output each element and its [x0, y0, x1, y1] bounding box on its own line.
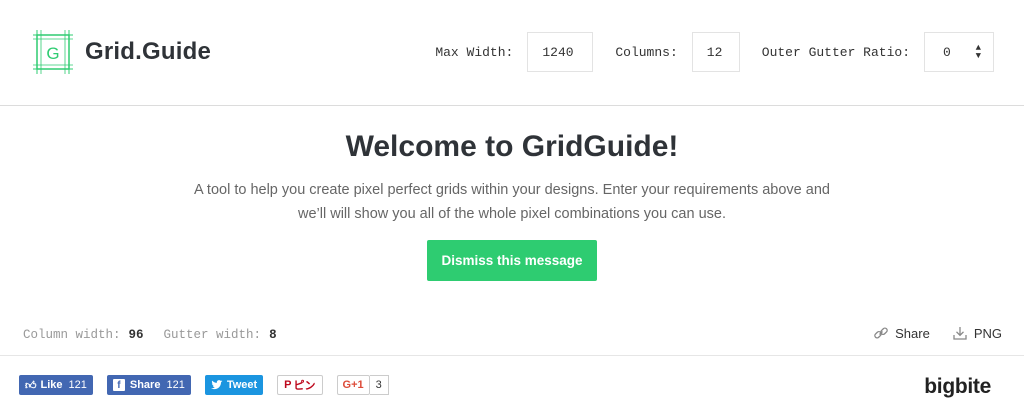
brand-logo[interactable]: G Grid.Guide [33, 30, 211, 74]
png-label: PNG [973, 325, 1002, 341]
bigbite-logo[interactable]: bigbite [924, 375, 991, 399]
column-width-value: 96 [128, 328, 144, 342]
pin-label: ピン [293, 380, 316, 392]
facebook-like-button[interactable]: 👍︎ Like 121 [19, 375, 93, 395]
pinterest-icon: P [284, 379, 292, 391]
brand-name: Grid.Guide [85, 38, 212, 65]
outer-gutter-select[interactable]: 0 ▲ ▼ [924, 32, 994, 72]
pinterest-button[interactable]: P ピン [277, 375, 323, 395]
welcome-panel: Welcome to GridGuide! A tool to help you… [0, 106, 1024, 298]
tweet-label: Tweet [226, 379, 258, 391]
share-label: Share [895, 325, 930, 341]
google-plus-count: 3 [369, 375, 389, 395]
app-header: G Grid.Guide Max Width: 1240 Columns: 12… [0, 0, 1024, 106]
max-width-label: Max Width: [435, 44, 514, 60]
fb-share-count: 121 [166, 379, 185, 391]
tweet-button[interactable]: Tweet [204, 375, 264, 395]
facebook-share-button[interactable]: f Share 121 [106, 375, 191, 395]
select-arrows-icon: ▲ ▼ [975, 43, 981, 61]
max-width-input[interactable]: 1240 [527, 32, 594, 72]
thumbs-up-icon: 👍︎ [25, 379, 37, 392]
logo-letter: G [46, 44, 59, 63]
share-link-button[interactable]: Share [873, 325, 930, 341]
facebook-icon: f [112, 379, 125, 391]
column-width-label: Column width: [23, 328, 121, 342]
dismiss-button[interactable]: Dismiss this message [427, 240, 597, 281]
welcome-title: Welcome to GridGuide! [345, 130, 679, 163]
google-plus-button[interactable]: G+1 [336, 375, 370, 395]
link-icon [874, 327, 888, 339]
columns-input[interactable]: 12 [691, 32, 740, 72]
grid-logo-icon: G [33, 30, 73, 74]
social-buttons: 👍︎ Like 121 f Share 121 Tweet P ピン G+1 3 [19, 375, 389, 395]
png-download-button[interactable]: PNG [952, 325, 1002, 341]
fb-share-label: Share [129, 379, 161, 391]
outer-gutter-label: Outer Gutter Ratio: [761, 44, 910, 60]
outer-gutter-value: 0 [943, 44, 951, 60]
like-label: Like [40, 379, 63, 391]
columns-label: Columns: [615, 44, 678, 60]
download-icon [953, 327, 967, 340]
like-count: 121 [68, 379, 87, 391]
grid-controls: Max Width: 1240 Columns: 12 Outer Gutter… [435, 32, 994, 72]
gutter-width-label: Gutter width: [163, 328, 262, 342]
grid-info-bar: Column width: 96 Gutter width: 8 Share P… [0, 316, 1024, 356]
twitter-bird-icon [210, 380, 223, 390]
welcome-body: A tool to help you create pixel perfect … [194, 182, 830, 222]
grid-stats: Column width: 96 Gutter width: 8 [23, 328, 297, 342]
footer: 👍︎ Like 121 f Share 121 Tweet P ピン G+1 3… [0, 375, 1024, 405]
gutter-width-value: 8 [269, 328, 277, 342]
